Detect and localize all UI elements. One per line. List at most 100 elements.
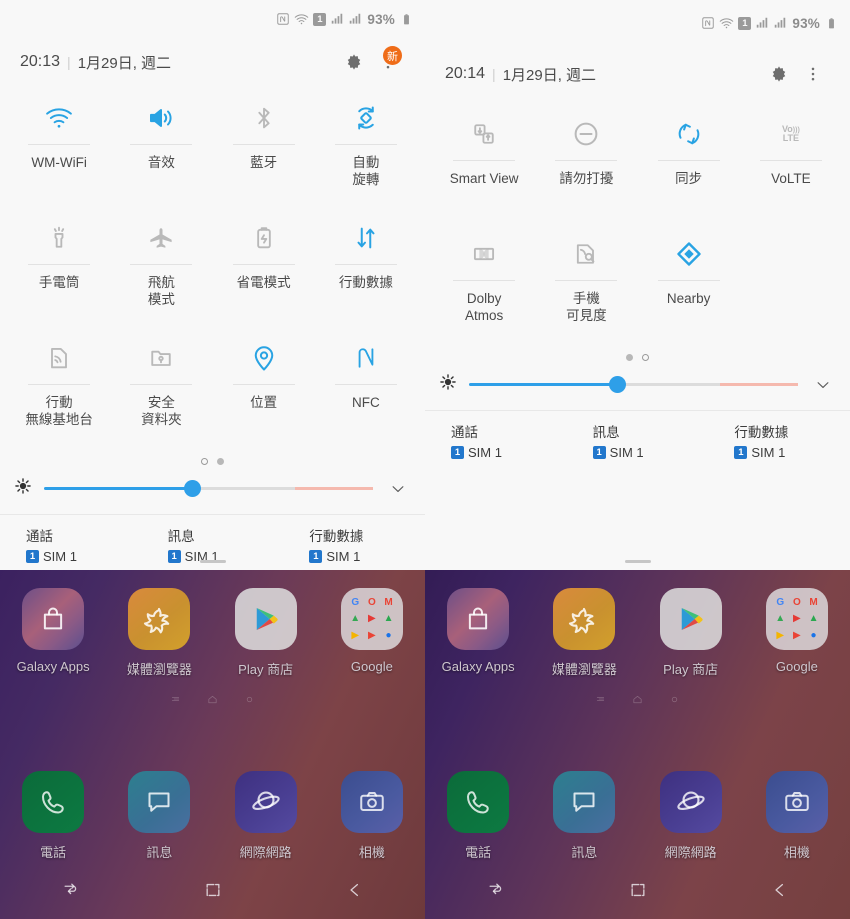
dock-label: 電話	[465, 845, 492, 860]
nav-back-button[interactable]	[283, 880, 425, 900]
nav-recents-button[interactable]	[425, 880, 567, 900]
qs-tile-power-save[interactable]: 省電模式	[213, 212, 315, 332]
sync-icon	[674, 108, 704, 160]
dock-cell[interactable]: 網際網路	[638, 771, 744, 861]
page-dot[interactable]	[642, 354, 649, 361]
page-dot[interactable]	[626, 354, 633, 361]
app-icon-play-store[interactable]	[659, 588, 722, 650]
chevron-down-icon[interactable]	[810, 376, 836, 394]
app-cell[interactable]: G O M ▲ ▶ ▲ ▶ ▶ ● Google	[319, 588, 425, 678]
sim-cell[interactable]: 訊息 1 SIM 1	[567, 421, 709, 564]
statusbar-signal-icon	[348, 12, 362, 26]
qs-tile-location[interactable]: 位置	[213, 332, 315, 452]
app-icon-camera[interactable]	[340, 771, 403, 833]
app-icon-galaxy-apps[interactable]	[22, 588, 85, 650]
app-icon-internet[interactable]	[659, 771, 722, 833]
qs-tile-label: 省電模式	[236, 275, 291, 290]
app-icon-messages[interactable]	[128, 771, 191, 833]
mobile-data-icon	[351, 212, 381, 264]
app-icon-media-browser[interactable]	[553, 588, 616, 650]
gear-icon[interactable]	[337, 45, 371, 79]
brightness-slider[interactable]	[44, 480, 373, 497]
sim-name: SIM 1	[468, 445, 502, 460]
qs-tile-dolby-atmos[interactable]: Dolby Atmos	[433, 228, 535, 348]
sim-cell[interactable]: 行動數據 1 SIM 1	[283, 525, 425, 564]
sim-service-label: 行動數據	[734, 425, 789, 440]
dual-screenshot: 1 93% 20:13 | 1月29日, 週二 新 WM-WiFi 音效 藍牙 自動 旋轉 手電筒 飛…	[0, 0, 850, 919]
app-icon-media-browser[interactable]	[128, 588, 191, 650]
sim-cell[interactable]: 通話 1 SIM 1	[0, 525, 142, 564]
app-icon-internet[interactable]	[234, 771, 297, 833]
app-cell[interactable]: Play 商店	[213, 588, 319, 678]
nav-back-button[interactable]	[708, 880, 850, 900]
slider-knob[interactable]	[609, 376, 627, 393]
app-label: Play 商店	[663, 662, 719, 677]
qs-tile-secure-folder[interactable]: 安全 資料夾	[110, 332, 212, 452]
more-vertical-icon[interactable]	[796, 57, 830, 91]
qs-tile-nearby[interactable]: Nearby	[638, 228, 740, 348]
slider-knob[interactable]	[184, 480, 202, 497]
brightness-icon	[14, 477, 32, 500]
sim-cell[interactable]: 行動數據 1 SIM 1	[708, 421, 850, 564]
dock-cell[interactable]: 網際網路	[213, 771, 319, 861]
dock-cell[interactable]: 訊息	[106, 771, 212, 861]
dock-cell[interactable]: 電話	[425, 771, 531, 861]
app-icon-play-store[interactable]	[234, 588, 297, 650]
nav-home-button[interactable]	[567, 880, 709, 900]
battery-percent: 93%	[792, 15, 820, 31]
qs-tile-bluetooth[interactable]: 藍牙	[213, 92, 315, 212]
app-cell[interactable]: Galaxy Apps	[425, 588, 531, 678]
sim-cell[interactable]: 訊息 1 SIM 1	[142, 525, 284, 564]
sim-cell[interactable]: 通話 1 SIM 1	[425, 421, 567, 564]
app-cell[interactable]: 媒體瀏覽器	[531, 588, 637, 678]
tile-divider	[28, 264, 91, 265]
qs-tile-mobile-data[interactable]: 行動數據	[315, 212, 417, 332]
page-dot[interactable]	[217, 458, 224, 465]
nav-recents-button[interactable]	[0, 880, 142, 900]
app-icon-phone[interactable]	[22, 771, 85, 833]
gear-icon[interactable]	[762, 57, 796, 91]
app-cell[interactable]: 媒體瀏覽器	[106, 588, 212, 678]
new-notification-badge: 新	[383, 46, 402, 66]
app-label: 媒體瀏覽器	[126, 662, 192, 677]
navigation-bar	[0, 861, 425, 919]
dock-cell[interactable]: 相機	[319, 771, 425, 861]
qs-tile-hotspot[interactable]: 行動 無線基地台	[8, 332, 110, 452]
folder-app-icon: ●	[385, 630, 392, 642]
nav-home-button[interactable]	[142, 880, 284, 900]
app-icon-google-folder[interactable]: G O M ▲ ▶ ▲ ▶ ▶ ●	[765, 588, 828, 650]
dock-cell[interactable]: 電話	[0, 771, 106, 861]
folder-app-icon: ▲	[350, 613, 361, 625]
qs-tile-volte[interactable]: Vo))) LTE VoLTE	[740, 108, 842, 228]
qs-tile-airplane[interactable]: 飛航 模式	[110, 212, 212, 332]
app-cell[interactable]: G O M ▲ ▶ ▲ ▶ ▶ ● Google	[744, 588, 850, 678]
qs-tile-smart-view[interactable]: Smart View	[433, 108, 535, 228]
page-dot[interactable]	[201, 458, 208, 465]
panel-handle[interactable]	[199, 560, 226, 563]
app-icon-phone[interactable]	[447, 771, 510, 833]
dock-cell[interactable]: 相機	[744, 771, 850, 861]
dock-cell[interactable]: 訊息	[531, 771, 637, 861]
app-icon-messages[interactable]	[553, 771, 616, 833]
qs-tile-phone-visibility[interactable]: 手機 可見度	[535, 228, 637, 348]
qs-tile-do-not-disturb[interactable]: 請勿打擾	[535, 108, 637, 228]
qs-tile-sound[interactable]: 音效	[110, 92, 212, 212]
qs-tile-sync[interactable]: 同步	[638, 108, 740, 228]
qs-tile-auto-rotate[interactable]: 自動 旋轉	[315, 92, 417, 212]
app-icon-google-folder[interactable]: G O M ▲ ▶ ▲ ▶ ▶ ●	[340, 588, 403, 650]
sim-number-badge: 1	[592, 446, 606, 459]
more-vertical-icon[interactable]: 新	[371, 45, 405, 79]
sim-name-row: 1 SIM 1	[309, 549, 425, 564]
chevron-down-icon[interactable]	[385, 480, 411, 498]
app-cell[interactable]: Play 商店	[638, 588, 744, 678]
qs-tile-wifi[interactable]: WM-WiFi	[8, 92, 110, 212]
qs-tile-nfc[interactable]: NFC	[315, 332, 417, 452]
header-separator: |	[67, 54, 71, 71]
app-icon-camera[interactable]	[765, 771, 828, 833]
home-lines-icon	[595, 692, 606, 703]
panel-handle[interactable]	[624, 560, 651, 563]
brightness-slider[interactable]	[469, 376, 798, 393]
qs-tile-flashlight[interactable]: 手電筒	[8, 212, 110, 332]
app-cell[interactable]: Galaxy Apps	[0, 588, 106, 678]
app-icon-galaxy-apps[interactable]	[447, 588, 510, 650]
